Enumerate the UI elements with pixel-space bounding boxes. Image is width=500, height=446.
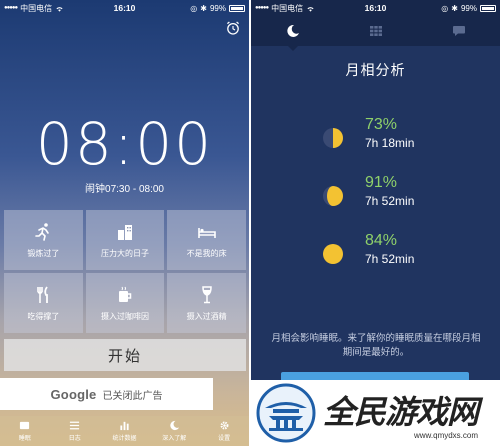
tab-journal[interactable]: 日志 [50,416,100,446]
tab-label: 统计数据 [112,436,137,442]
sleep-notes-grid: 锻炼过了 压力大的日子 不是我的床 吃得撑了 摄入过咖啡因 摄入过酒精 [4,210,246,333]
moon-description: 月相会影响睡眠。来了解你的睡眠质量在哪段月相期间是最好的。 [271,333,481,358]
bar-chart-icon [120,421,129,431]
tab-insights[interactable]: 深入了解 [149,416,199,446]
tag-label: 摄入过酒精 [186,311,227,321]
battery-icon [480,4,496,12]
tag-not-my-bed[interactable]: 不是我的床 [167,210,246,270]
watermark-title: 全民游戏网 [323,392,479,431]
lock-icon: ◎ [190,3,198,13]
fork-knife-icon [37,285,49,303]
carrier-label: 中国电信 [271,3,304,13]
sleep-quality-percent: 84% [365,232,398,249]
ad-banner: Google 已关闭此广告 [0,378,213,410]
tab-sleep[interactable]: 睡眠 [0,416,50,446]
battery-percent: 99% [460,3,477,13]
nav-grid[interactable] [356,16,396,46]
tab-label: 日志 [68,436,81,442]
signal-icon: ●●●●● [255,5,269,11]
grid-icon [369,26,382,36]
moon-icon [286,24,299,37]
tab-bar: 睡眠 日志 统计数据 深入了解 设置 [0,416,249,446]
alarm-time[interactable]: 08:00 [0,110,249,178]
alarm-window[interactable]: 闹钟07:30 - 08:00 [0,180,249,195]
tag-overate[interactable]: 吃得撑了 [4,273,83,333]
running-icon [35,222,50,241]
tag-alcohol[interactable]: 摄入过酒精 [167,273,246,333]
status-time: 16:10 [364,3,387,13]
sleep-screen: ●●●●● 中国电信 16:10 ◎ ✱ 99% 08:00 闹钟07:30 -… [0,0,249,446]
tab-statistics[interactable]: 统计数据 [100,416,150,446]
tab-label: 睡眠 [18,436,31,442]
nav-chat[interactable] [439,16,479,46]
insights-nav [251,16,500,46]
moon-phase-row[interactable]: 73% 7h 18min [321,116,414,150]
nav-moon[interactable] [273,16,313,46]
tag-label: 摄入过咖啡因 [100,311,149,321]
gear-icon [220,421,229,430]
sleep-icon [20,421,30,430]
pagoda-logo [256,383,316,443]
battery-icon [229,4,245,12]
battery-percent: 99% [209,3,226,13]
alarm-clock-icon[interactable] [225,20,241,36]
status-bar: ●●●●● 中国电信 16:10 ◎ ✱ 99% [251,0,500,16]
coffee-cup-icon [118,286,132,302]
tab-settings[interactable]: 设置 [199,416,249,446]
tag-label: 压力大的日子 [100,248,149,258]
bluetooth-icon: ✱ [200,3,207,13]
sleep-duration: 7h 52min [365,252,415,266]
speech-bubble-icon [452,26,465,36]
tab-label: 深入了解 [162,436,187,442]
moon-icon [170,420,179,431]
sleep-duration: 7h 18min [365,136,415,150]
sleep-quality-percent: 73% [365,116,398,133]
tab-label: 设置 [218,436,231,442]
lock-icon: ◎ [441,3,449,13]
list-icon [70,421,80,430]
status-bar: ●●●●● 中国电信 16:10 ◎ ✱ 99% [0,0,249,16]
wine-glass-icon [201,285,212,303]
tag-exercised[interactable]: 锻炼过了 [4,210,83,270]
sleep-quality-percent: 91% [365,174,398,191]
google-logo: Google [50,386,97,402]
bed-icon [197,227,216,238]
moon-phase-row[interactable]: 91% 7h 52min [321,174,414,208]
wifi-icon [56,6,63,12]
watermark-banner: 全民游戏网 www.qmydxs.com [251,380,500,446]
moon-phase-row[interactable]: 84% 7h 52min [321,232,414,266]
start-button[interactable]: 开始 [4,339,246,371]
tag-label: 不是我的床 [186,248,227,258]
buildings-icon [117,224,132,240]
tag-caffeine[interactable]: 摄入过咖啡因 [85,273,165,333]
carrier-label: 中国电信 [20,3,53,13]
tag-label: 锻炼过了 [27,248,60,258]
bluetooth-icon: ✱ [451,3,458,13]
tag-stressful-day[interactable]: 压力大的日子 [85,210,165,270]
sleep-duration: 7h 52min [365,194,415,208]
half-moon-icon [323,128,343,148]
signal-icon: ●●●●● [4,5,18,11]
gibbous-moon-icon [323,186,343,206]
full-moon-icon [323,244,343,264]
status-time: 16:10 [113,3,136,13]
tag-label: 吃得撑了 [27,311,60,321]
ad-closed-text: 已关闭此广告 [102,390,163,402]
wifi-icon [307,6,314,12]
page-title: 月相分析 [345,62,406,78]
